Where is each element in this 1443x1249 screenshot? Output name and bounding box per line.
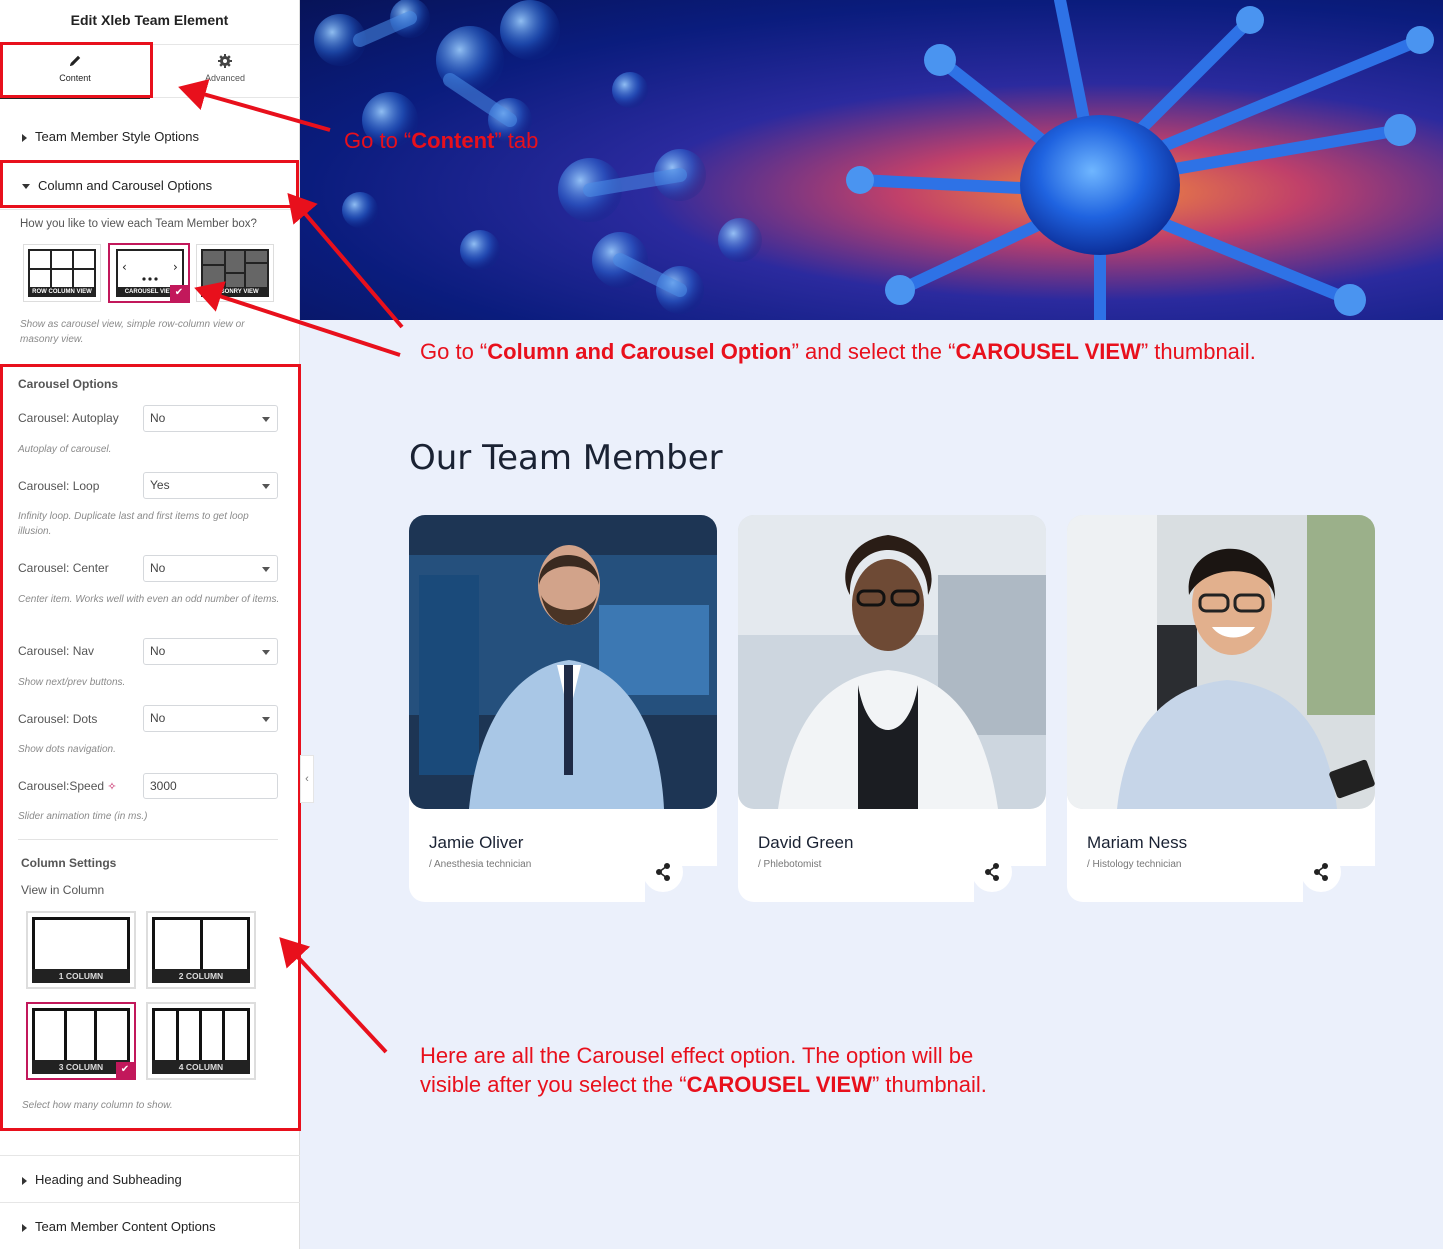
member-name: Jamie Oliver — [429, 833, 524, 852]
share-icon — [656, 863, 670, 881]
member-name: David Green — [758, 833, 854, 852]
view-question: How you like to view each Team Member bo… — [20, 218, 257, 230]
member-name: Mariam Ness — [1087, 833, 1188, 852]
photo-jamie-oliver — [409, 515, 717, 809]
photo-david-green — [738, 515, 1046, 809]
member-photo — [409, 515, 717, 809]
caret-right-icon — [22, 133, 27, 142]
share-button[interactable] — [1301, 852, 1341, 892]
gear-icon — [218, 54, 232, 68]
member-photo — [738, 515, 1046, 809]
view-note: Show as carousel view, simple row-column… — [20, 319, 245, 345]
thumb-caption: ROW COLUMN VIEW — [28, 287, 96, 297]
section-label: Heading and Subheading — [35, 1172, 182, 1187]
carousel-icon: ‹ › — [122, 260, 178, 281]
annot-bold: Content — [411, 128, 495, 153]
tab-advanced-label: Advanced — [204, 73, 246, 83]
annot-bold: CAROUSEL VIEW — [955, 339, 1141, 364]
member-photo — [1067, 515, 1375, 809]
member-role: / Phlebotomist — [758, 859, 822, 870]
caret-right-icon — [22, 1176, 27, 1185]
section-label: Team Member Content Options — [35, 1219, 216, 1234]
hero-banner — [300, 0, 1443, 320]
virus-illustration — [314, 0, 1434, 320]
share-icon — [985, 863, 999, 881]
masonry-icon — [203, 251, 267, 287]
annot-bold: CAROUSEL VIEW — [686, 1072, 872, 1097]
annot-bold: Column and Carousel Option — [487, 339, 792, 364]
carousel-view-thumbnail[interactable]: ‹ › CAROUSEL VIEW ✔ — [108, 243, 190, 303]
panel-collapse-handle[interactable]: ‹ — [300, 755, 314, 803]
highlight-column-carousel-section — [0, 160, 299, 208]
section-label: Team Member Style Options — [35, 129, 200, 144]
annot-text: ” tab — [494, 128, 539, 153]
panel-title: Edit Xleb Team Element — [70, 12, 229, 28]
highlight-carousel-options — [0, 364, 301, 1131]
thumb-caption: MASONRY VIEW — [201, 287, 269, 297]
section-heading-subheading[interactable]: Heading and Subheading — [0, 1155, 300, 1203]
annot-text: visible after you select the “ — [420, 1072, 687, 1097]
grid-icon — [30, 251, 94, 287]
member-role: / Anesthesia technician — [429, 859, 532, 870]
photo-mariam-ness — [1067, 515, 1375, 809]
share-icon — [1314, 863, 1328, 881]
annot-text: Go to “ — [420, 339, 488, 364]
row-column-view-thumbnail[interactable]: ROW COLUMN VIEW — [23, 244, 101, 302]
annot-text: ” thumbnail. — [1140, 339, 1256, 364]
annot-text: ” and select the “ — [791, 339, 956, 364]
share-button[interactable] — [643, 852, 683, 892]
section-team-member-content[interactable]: Team Member Content Options — [0, 1203, 300, 1249]
annotation-carousel-option: Go to “Column and Carousel Option” and s… — [420, 337, 1256, 366]
team-card[interactable]: David Green / Phlebotomist — [738, 515, 1046, 902]
share-button[interactable] — [972, 852, 1012, 892]
team-card[interactable]: Mariam Ness / Histology technician — [1067, 515, 1375, 902]
highlight-content-tab — [0, 42, 153, 98]
team-card[interactable]: Jamie Oliver / Anesthesia technician — [409, 515, 717, 902]
chevron-left-icon: ‹ — [305, 773, 309, 785]
annot-line: Here are all the Carousel effect option.… — [420, 1043, 974, 1068]
svg-text:›: › — [173, 260, 178, 274]
caret-right-icon — [22, 1223, 27, 1232]
check-icon: ✔ — [170, 285, 188, 301]
annot-line-2: visible after you select the “CAROUSEL V… — [420, 1070, 987, 1099]
svg-text:‹: ‹ — [122, 260, 127, 274]
team-section-title: Our Team Member — [409, 438, 723, 478]
annot-text: Go to “ — [344, 128, 412, 153]
section-team-member-style[interactable]: Team Member Style Options — [0, 113, 300, 161]
member-role: / Histology technician — [1087, 859, 1182, 870]
annotation-content-tab: Go to “Content” tab — [344, 126, 538, 155]
annotation-carousel-effects: Here are all the Carousel effect option.… — [420, 1041, 987, 1099]
annot-text: ” thumbnail. — [871, 1072, 987, 1097]
masonry-view-thumbnail[interactable]: MASONRY VIEW — [196, 244, 274, 302]
tab-advanced[interactable]: Advanced — [150, 45, 300, 99]
